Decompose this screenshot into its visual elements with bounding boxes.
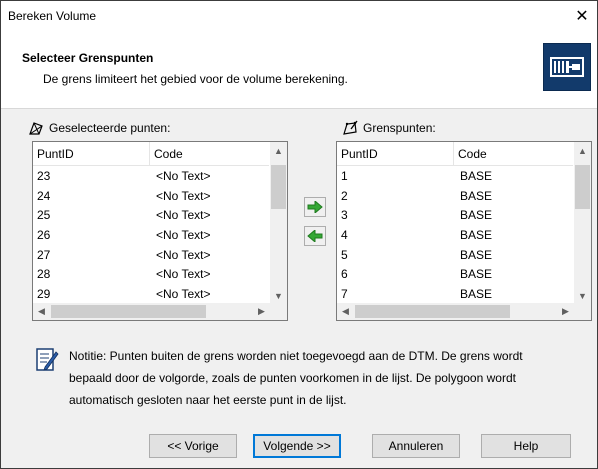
column-header-puntid[interactable]: PuntID — [337, 142, 454, 166]
wizard-header: Selecteer Grenspunten De grens limiteert… — [1, 31, 597, 109]
scroll-down-icon[interactable]: ▼ — [270, 287, 287, 304]
list-item[interactable]: 3 BASE — [337, 206, 573, 226]
wizard-content: Geselecteerde punten: PuntID Code 23 <No … — [1, 109, 597, 468]
list-item[interactable]: 23 <No Text> — [33, 167, 269, 187]
dialog-window: Bereken Volume ✕ Selecteer Grenspunten D… — [0, 0, 598, 469]
list-item[interactable]: 6 BASE — [337, 265, 573, 285]
points-icon — [29, 122, 43, 135]
boundary-points-icon — [343, 120, 358, 135]
list-item[interactable]: 26 <No Text> — [33, 226, 269, 246]
scroll-left-icon[interactable]: ◀ — [33, 303, 50, 320]
scroll-thumb[interactable] — [355, 305, 510, 318]
close-button[interactable]: ✕ — [567, 1, 597, 31]
list-item[interactable]: 7 BASE — [337, 285, 573, 305]
window-title: Bereken Volume — [8, 9, 97, 23]
note-text: Notitie: Punten buiten de grens worden n… — [69, 345, 589, 411]
scroll-thumb[interactable] — [51, 305, 206, 318]
boundary-points-label: Grenspunten: — [363, 121, 436, 135]
note-line: automatisch gesloten naar het eerste pun… — [69, 393, 347, 407]
selected-points-label-group: Geselecteerde punten: — [28, 120, 170, 136]
scroll-left-icon[interactable]: ◀ — [337, 303, 354, 320]
boundary-points-list[interactable]: PuntID Code 1 BASE 2 BASE 3 BASE 4 BASE 5 BAS… — [336, 141, 592, 321]
list-item[interactable]: 4 BASE — [337, 226, 573, 246]
list-header: PuntID Code — [33, 142, 269, 166]
column-header-code[interactable]: Code — [150, 142, 269, 166]
boundary-icon — [543, 43, 591, 91]
list-item[interactable]: 24 <No Text> — [33, 187, 269, 207]
cancel-button[interactable]: Annuleren — [372, 434, 460, 458]
list-item[interactable]: 5 BASE — [337, 246, 573, 266]
list-item[interactable]: 27 <No Text> — [33, 246, 269, 266]
vertical-scrollbar[interactable]: ▲ ▼ — [574, 142, 591, 304]
horizontal-scrollbar[interactable]: ◀ ▶ — [33, 303, 287, 320]
column-header-code[interactable]: Code — [454, 142, 573, 166]
scroll-down-icon[interactable]: ▼ — [574, 287, 591, 304]
selected-points-label: Geselecteerde punten: — [49, 121, 171, 135]
add-to-boundary-button[interactable] — [304, 197, 326, 217]
list-item[interactable]: 29 <No Text> — [33, 285, 269, 305]
scroll-right-icon[interactable]: ▶ — [557, 303, 574, 320]
notepad-icon — [36, 348, 59, 371]
page-title: Selecteer Grenspunten — [22, 51, 154, 65]
scroll-thumb[interactable] — [271, 165, 286, 209]
page-subtitle: De grens limiteert het gebied voor de vo… — [43, 72, 348, 86]
back-button[interactable]: << Vorige — [149, 434, 237, 458]
next-button[interactable]: Volgende >> — [253, 434, 341, 458]
list-header: PuntID Code — [337, 142, 573, 166]
title-bar: Bereken Volume ✕ — [1, 1, 597, 31]
arrow-left-icon — [307, 230, 323, 242]
list-item[interactable]: 2 BASE — [337, 187, 573, 207]
note-line: bepaald door de volgorde, zoals de punte… — [69, 371, 516, 385]
help-button[interactable]: Help — [481, 434, 571, 458]
arrow-right-icon — [307, 201, 323, 213]
vertical-scrollbar[interactable]: ▲ ▼ — [270, 142, 287, 304]
scroll-up-icon[interactable]: ▲ — [270, 142, 287, 159]
note-line: Notitie: Punten buiten de grens worden n… — [69, 349, 523, 363]
scroll-thumb[interactable] — [575, 165, 590, 209]
scroll-right-icon[interactable]: ▶ — [253, 303, 270, 320]
horizontal-scrollbar[interactable]: ◀ ▶ — [337, 303, 591, 320]
boundary-points-label-group: Grenspunten: — [342, 120, 436, 136]
selected-points-list[interactable]: PuntID Code 23 <No Text> 24 <No Text> 25 <N… — [32, 141, 288, 321]
column-header-puntid[interactable]: PuntID — [33, 142, 150, 166]
remove-from-boundary-button[interactable] — [304, 226, 326, 246]
list-item[interactable]: 1 BASE — [337, 167, 573, 187]
list-item[interactable]: 28 <No Text> — [33, 265, 269, 285]
scroll-up-icon[interactable]: ▲ — [574, 142, 591, 159]
list-item[interactable]: 25 <No Text> — [33, 206, 269, 226]
